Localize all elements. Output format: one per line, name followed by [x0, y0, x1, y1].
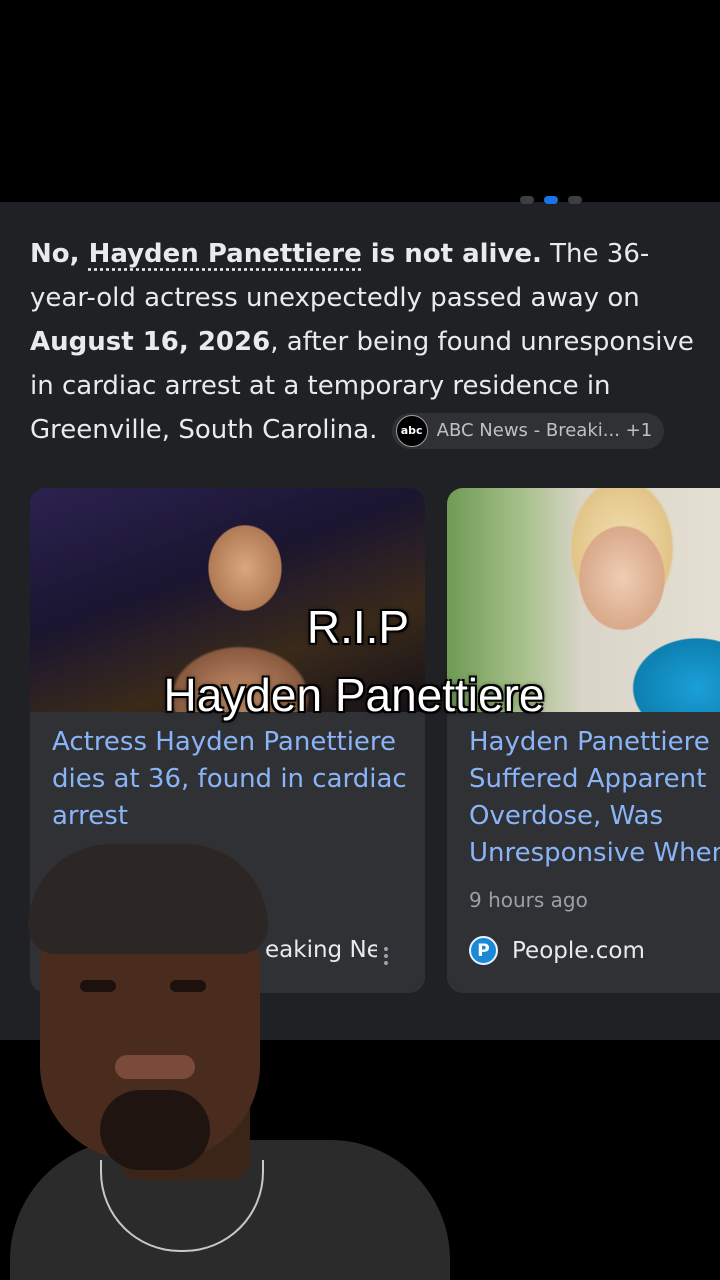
source-chip[interactable]: abc ABC News - Breaki... +1 — [391, 412, 665, 449]
ai-answer-text: No, Hayden Panettiere is not alive. The … — [30, 232, 700, 452]
answer-lead-no: No, — [30, 239, 89, 269]
presenter-eye — [80, 980, 116, 992]
carousel-indicator — [520, 196, 600, 206]
news-card-2-title-line: Unresponsive When — [469, 838, 720, 868]
news-card-2-source: P People.com — [469, 936, 645, 965]
people-logo-icon: P — [469, 936, 498, 965]
presenter-mouth — [115, 1055, 195, 1079]
presenter-eye — [170, 980, 206, 992]
news-card-2[interactable]: Hayden Panettiere Suffered Apparent Over… — [447, 488, 720, 993]
news-card-2-title[interactable]: Hayden Panettiere Suffered Apparent Over… — [469, 724, 720, 872]
overlay-caption-line-2: Hayden Panettiere — [163, 669, 545, 721]
answer-subject-link[interactable]: Hayden Panettiere — [89, 239, 362, 269]
source-chip-label: ABC News - Breaki... +1 — [436, 419, 653, 441]
news-card-2-time: 9 hours ago — [469, 888, 588, 912]
news-card-1-title[interactable]: Actress Hayden Panettiere dies at 36, fo… — [52, 724, 412, 835]
answer-lead-rest: is not alive. — [361, 239, 542, 269]
presenter-video-cutout — [0, 840, 450, 1280]
news-card-2-title-line: Suffered Apparent — [469, 764, 707, 794]
news-card-2-title-line: Overdose, Was — [469, 801, 664, 831]
abc-logo-icon: abc — [395, 414, 428, 447]
news-card-2-source-label: People.com — [512, 937, 645, 964]
overlay-caption-line-1: R.I.P — [306, 601, 410, 653]
presenter-headwrap — [28, 844, 268, 954]
presenter-beard — [100, 1090, 210, 1170]
news-card-2-title-line: Hayden Panettiere — [469, 727, 710, 757]
answer-date: August 16, 2026 — [30, 327, 271, 357]
